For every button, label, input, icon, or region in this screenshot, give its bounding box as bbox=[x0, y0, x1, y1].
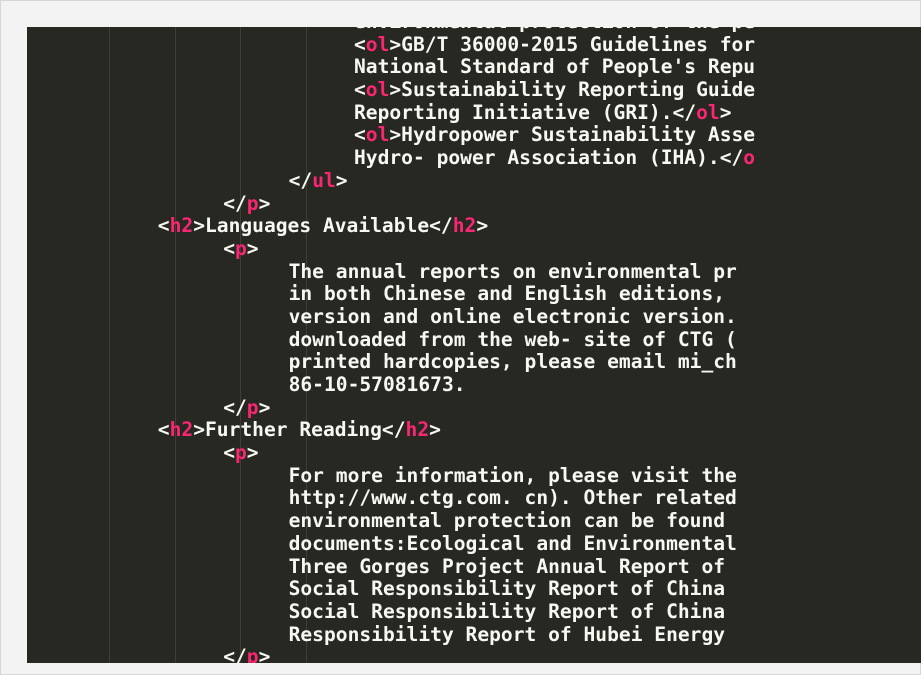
text-token: Three Gorges Project Annual Report of bbox=[288, 554, 726, 578]
code-line[interactable]: <ol>Sustainability Reporting Guide bbox=[27, 78, 921, 102]
text-token: Reporting Initiative (GRI).</ bbox=[354, 100, 697, 124]
text-token: < bbox=[223, 441, 235, 465]
code-line[interactable]: Hydro- power Association (IHA).</o bbox=[27, 146, 921, 170]
text-token: > bbox=[246, 441, 259, 465]
text-token: documents:Ecological and Environmental bbox=[288, 531, 737, 555]
tag-name-token: h2 bbox=[169, 214, 194, 238]
code-line[interactable]: version and online electronic version. bbox=[27, 304, 921, 329]
code-line[interactable]: <h2>Languages Available</h2> bbox=[27, 214, 921, 238]
code-line[interactable]: in both Chinese and English editions, bbox=[27, 282, 921, 306]
text-token: < bbox=[157, 214, 170, 238]
code-line[interactable]: Reporting Initiative (GRI).</ol> bbox=[27, 100, 921, 125]
tag-name-token: o bbox=[743, 146, 756, 170]
code-line[interactable]: The annual reports on environmental pr bbox=[27, 259, 921, 284]
tag-name-token: h2 bbox=[405, 418, 430, 442]
code-line[interactable]: environmental protection can be found bbox=[27, 509, 921, 533]
code-line[interactable]: <p> bbox=[27, 441, 921, 465]
code-line[interactable]: downloaded from the web- site of CTG ( bbox=[27, 327, 921, 352]
tag-name-token: ol bbox=[365, 123, 390, 147]
code-line[interactable]: <ol>Hydropower Sustainability Asse bbox=[27, 124, 921, 147]
text-token: >GB/T 36000-2015 Guidelines for bbox=[389, 32, 756, 56]
code-line[interactable]: </ul> bbox=[27, 168, 921, 193]
text-token: The annual reports on environmental pr bbox=[288, 259, 737, 283]
text-token: </ bbox=[223, 395, 247, 419]
text-token: Responsibility Report of Hubei Energy bbox=[288, 622, 726, 646]
text-token: > bbox=[246, 236, 259, 260]
text-token: > bbox=[258, 395, 271, 419]
code-line[interactable]: <ol>GB/T 36000-2015 Guidelines for bbox=[27, 32, 921, 57]
text-token: >Hydropower Sustainability Asse bbox=[389, 123, 756, 147]
text-token: 86-10-57081673. bbox=[288, 373, 466, 396]
text-token: http://www.ctg.com. cn). Other related bbox=[288, 486, 737, 510]
text-token: environmental protection can be found bbox=[288, 509, 726, 533]
tag-name-token: p bbox=[246, 645, 259, 663]
tag-name-token: p bbox=[234, 236, 247, 260]
window-frame: environmental protection of the pe<ol>GB… bbox=[0, 0, 921, 675]
text-token: >Further Reading</ bbox=[193, 418, 406, 442]
code-line[interactable]: <p> bbox=[27, 236, 921, 261]
tag-name-token: p bbox=[246, 191, 259, 215]
code-line[interactable]: Social Responsibility Report of China bbox=[27, 577, 921, 601]
text-token: printed hardcopies, please email mi_ch bbox=[288, 350, 737, 374]
code-line[interactable]: printed hardcopies, please email mi_ch bbox=[27, 350, 921, 374]
code-line[interactable]: http://www.ctg.com. cn). Other related bbox=[27, 487, 921, 510]
text-token: > bbox=[719, 100, 732, 124]
code-line[interactable]: documents:Ecological and Environmental bbox=[27, 531, 921, 556]
code-line[interactable]: Responsibility Report of Hubei Energy bbox=[27, 622, 921, 647]
text-token: < bbox=[223, 236, 235, 260]
text-token: </ bbox=[223, 645, 247, 663]
code-line[interactable]: </p> bbox=[27, 191, 921, 216]
text-token: </ bbox=[223, 191, 247, 215]
text-token: version and online electronic version. bbox=[288, 304, 737, 328]
text-token: National Standard of People's Repu bbox=[354, 55, 756, 79]
text-token: > bbox=[258, 191, 271, 215]
text-token: downloaded from the web- site of CTG ( bbox=[288, 327, 737, 351]
code-line[interactable]: </p> bbox=[27, 645, 921, 663]
text-token: > bbox=[258, 645, 271, 663]
text-token: < bbox=[354, 78, 366, 102]
code-line[interactable]: 86-10-57081673. bbox=[27, 373, 921, 397]
text-token: Social Responsibility Report of China bbox=[288, 599, 726, 623]
text-token: Hydro- power Association (IHA).</ bbox=[354, 146, 744, 170]
text-token: For more information, please visit the bbox=[288, 463, 737, 487]
tag-name-token: ol bbox=[696, 100, 720, 124]
text-token: < bbox=[157, 418, 170, 442]
tag-name-token: ol bbox=[365, 32, 390, 56]
text-token: < bbox=[354, 123, 366, 147]
text-token: >Languages Available</ bbox=[193, 214, 453, 238]
tag-name-token: ul bbox=[312, 168, 336, 192]
tag-name-token: h2 bbox=[452, 214, 477, 238]
code-line[interactable]: Social Responsibility Report of China bbox=[27, 599, 921, 624]
text-token: >Sustainability Reporting Guide bbox=[389, 78, 756, 102]
text-token: > bbox=[335, 168, 348, 192]
text-token: > bbox=[429, 418, 441, 442]
code-editor[interactable]: environmental protection of the pe<ol>GB… bbox=[27, 27, 921, 663]
code-line[interactable]: <h2>Further Reading</h2> bbox=[27, 419, 921, 442]
tag-name-token: h2 bbox=[169, 418, 194, 442]
text-token: < bbox=[354, 32, 366, 56]
code-line[interactable]: </p> bbox=[27, 395, 921, 420]
code-line[interactable]: National Standard of People's Repu bbox=[27, 56, 921, 79]
text-token: > bbox=[476, 214, 489, 238]
code-line[interactable]: For more information, please visit the bbox=[27, 463, 921, 488]
code-line[interactable]: Three Gorges Project Annual Report of bbox=[27, 554, 921, 579]
text-token: in both Chinese and English editions, bbox=[288, 282, 726, 306]
tag-name-token: p bbox=[234, 441, 247, 465]
text-token: </ bbox=[288, 168, 313, 192]
code-content[interactable]: environmental protection of the pe<ol>GB… bbox=[27, 27, 921, 663]
text-token: Social Responsibility Report of China bbox=[288, 577, 726, 601]
tag-name-token: ol bbox=[365, 78, 390, 102]
tag-name-token: p bbox=[246, 395, 259, 419]
